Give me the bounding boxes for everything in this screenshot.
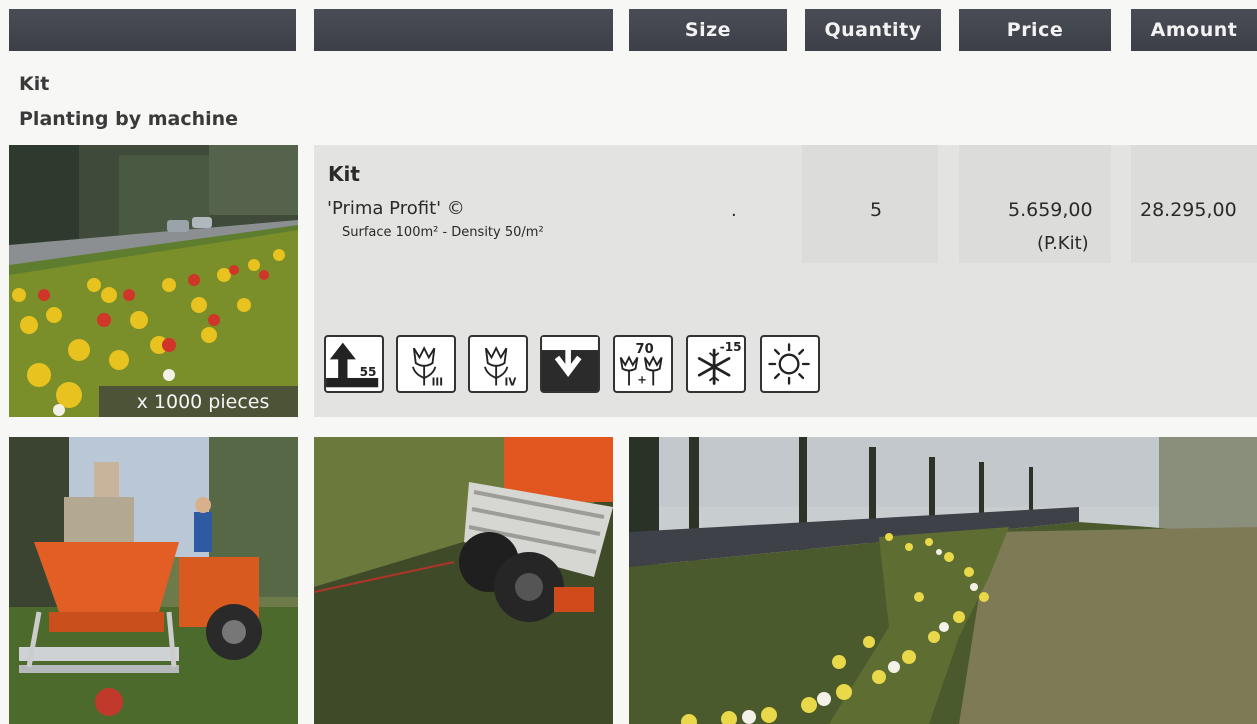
frost-value: -15 [720, 340, 742, 354]
price-value: 5.659,00 [1008, 199, 1093, 221]
size-value: . [731, 200, 737, 221]
full-sun-icon [760, 335, 820, 393]
flowering-month-4: IV [505, 376, 517, 388]
product-photo[interactable]: x 1000 pieces [9, 145, 298, 417]
height-value: 55 [360, 365, 377, 379]
pieces-badge: x 1000 pieces [99, 386, 298, 417]
tractor-planter-image [9, 437, 298, 724]
amount-value: 28.295,00 [1140, 199, 1237, 221]
header-blank-1 [9, 9, 296, 51]
header-blank-2 [314, 9, 613, 51]
section-title: Kit [19, 73, 50, 95]
kit-label: Kit [328, 162, 360, 186]
header-price: Price [959, 9, 1111, 51]
header-amount: Amount [1131, 9, 1257, 51]
price-unit: (P.Kit) [1037, 233, 1089, 254]
header-size: Size [629, 9, 787, 51]
svg-text:+: + [637, 374, 646, 387]
flowering-month-3: III [432, 376, 443, 388]
planter-detail-image [314, 437, 613, 724]
quantity-value: 5 [870, 199, 883, 221]
planter-closeup-photo[interactable] [314, 437, 613, 724]
flowering-period-icon: III [396, 335, 456, 393]
planting-depth-icon [540, 335, 600, 393]
bulbs-per-m2-icon: 70 + [613, 335, 673, 393]
roadside-daffodils-photo[interactable] [629, 437, 1257, 724]
daffodil-border-image [629, 437, 1257, 724]
frost-hardiness-icon: -15 [686, 335, 746, 393]
flowering-period-icon: IV [468, 335, 528, 393]
product-name[interactable]: 'Prima Profit' © [327, 198, 465, 219]
height-icon: 55 [324, 335, 384, 393]
product-details: Surface 100m² - Density 50/m² [342, 225, 544, 240]
header-quantity: Quantity [805, 9, 941, 51]
planting-machine-photo[interactable] [9, 437, 298, 724]
tulip-field-image [9, 145, 298, 417]
section-subtitle: Planting by machine [19, 108, 239, 130]
bulbs-per-m2-value: 70 [636, 342, 654, 357]
